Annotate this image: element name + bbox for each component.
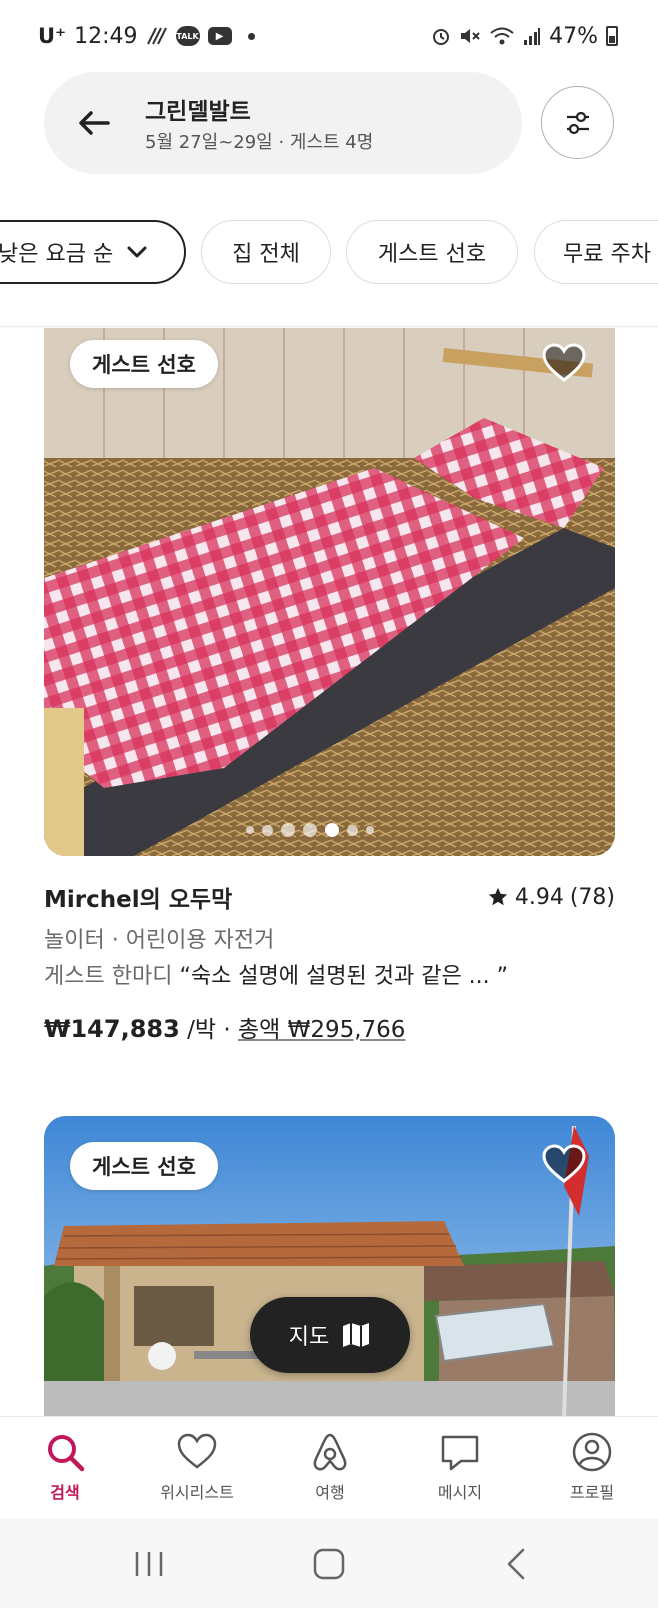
chip-entire-home[interactable]: 집 전체 (201, 220, 331, 284)
recent-apps-icon[interactable] (127, 1542, 171, 1586)
tab-messages[interactable]: 메시지 (405, 1431, 515, 1511)
system-navigation-bar (0, 1518, 658, 1608)
mute-icon (461, 29, 480, 43)
sliders-icon (566, 111, 589, 134)
chip-guest-favorite[interactable]: 게스트 선호 (346, 220, 518, 284)
pagination-dot (347, 824, 358, 836)
filter-chips: 낮은 요금 순 집 전체 게스트 선호 무료 주차 (0, 220, 658, 286)
alarm-icon (433, 29, 450, 45)
pagination-dot (246, 826, 254, 834)
status-left: U⁺ 12:49 TALK ▶ (38, 20, 255, 52)
photo-pagination (246, 819, 416, 841)
heart-icon[interactable] (541, 1143, 587, 1185)
rating-value: 4.94 (514, 884, 564, 910)
tab-wishlist[interactable]: 위시리스트 (142, 1431, 252, 1511)
sort-chip[interactable]: 낮은 요금 순 (0, 220, 186, 284)
profile-icon (572, 1432, 612, 1472)
tab-label: 위시리스트 (160, 1483, 234, 1502)
status-right: 47% (431, 20, 618, 52)
message-icon (441, 1435, 479, 1471)
tab-label: 여행 (315, 1483, 345, 1502)
pagination-dot (303, 823, 317, 837)
notification-dot-icon (247, 32, 255, 40)
tab-trips[interactable]: 여행 (275, 1431, 385, 1511)
kakaotalk-icon: TALK (175, 26, 200, 46)
status-bar: U⁺ 12:49 TALK ▶ 47% (0, 0, 658, 72)
data-saver-icon (146, 27, 167, 45)
heart-icon (177, 1433, 217, 1469)
star-icon (488, 887, 508, 906)
guest-review-line: 게스트 한마디 “숙소 설명에 설명된 것과 같은 ... ” (44, 958, 508, 990)
review-label: 게스트 한마디 (44, 964, 173, 989)
signal-icon (524, 28, 541, 45)
tab-label: 검색 (50, 1483, 80, 1502)
guest-favorite-badge: 게스트 선호 (70, 1142, 218, 1190)
pagination-dot (281, 823, 295, 837)
tab-search[interactable]: 검색 (10, 1431, 120, 1511)
home-icon[interactable] (307, 1542, 351, 1586)
listing-features: 놀이터 · 어린이용 자전거 (44, 928, 275, 953)
clock-time: 12:49 (74, 23, 138, 49)
wifi-icon (490, 27, 514, 45)
nightly-price: ₩147,883 (44, 1015, 180, 1043)
listing-photo[interactable] (44, 328, 615, 856)
search-location: 그린델발트 (145, 99, 251, 125)
pagination-dot (366, 826, 374, 834)
filter-button[interactable] (541, 86, 614, 159)
tab-label: 메시지 (437, 1483, 483, 1502)
back-icon[interactable] (495, 1542, 539, 1586)
map-button-label: 지도 (288, 1325, 330, 1350)
review-count: (78) (569, 884, 615, 910)
listing-title-row[interactable]: Mirchel의 오두막 4.94 (78) (44, 880, 615, 914)
chevron-down-icon (127, 246, 147, 258)
total-price-link[interactable]: 총액 ₩295,766 (238, 1017, 405, 1043)
pagination-dot-active (325, 823, 339, 837)
youtube-icon: ▶ (207, 27, 232, 45)
back-arrow-icon[interactable] (74, 103, 114, 143)
battery-percent: 47% (549, 23, 598, 49)
battery-icon (606, 26, 618, 46)
per-night-label: /박 · (187, 1017, 238, 1043)
listing-title: Mirchel의 오두막 (44, 887, 233, 913)
search-icon (48, 1435, 85, 1472)
carrier-label: U⁺ (38, 24, 67, 48)
pagination-dot (262, 824, 273, 836)
search-summary-bar[interactable]: 그린델발트 5월 27일~29일 · 게스트 4명 (44, 72, 522, 174)
price-line: ₩147,883 /박 · 총액 ₩295,766 (44, 1010, 405, 1044)
airbnb-logo-icon (313, 1433, 347, 1471)
tab-profile[interactable]: 프로필 (537, 1431, 647, 1511)
guest-favorite-badge: 게스트 선호 (70, 340, 218, 388)
map-button[interactable]: 지도 (250, 1297, 410, 1373)
map-icon (343, 1323, 370, 1347)
search-dates-guests: 5월 27일~29일 · 게스트 4명 (145, 132, 374, 153)
bottom-tab-bar: 검색 위시리스트 여행 메시지 프로필 (0, 1416, 658, 1518)
listing-rating: 4.94 (78) (487, 885, 615, 910)
review-quote: “숙소 설명에 설명된 것과 같은 ... ” (179, 964, 509, 989)
sort-chip-label: 낮은 요금 순 (0, 242, 114, 267)
tab-label: 프로필 (569, 1483, 615, 1502)
heart-icon[interactable] (541, 342, 587, 384)
chip-free-parking[interactable]: 무료 주차 (534, 220, 658, 284)
